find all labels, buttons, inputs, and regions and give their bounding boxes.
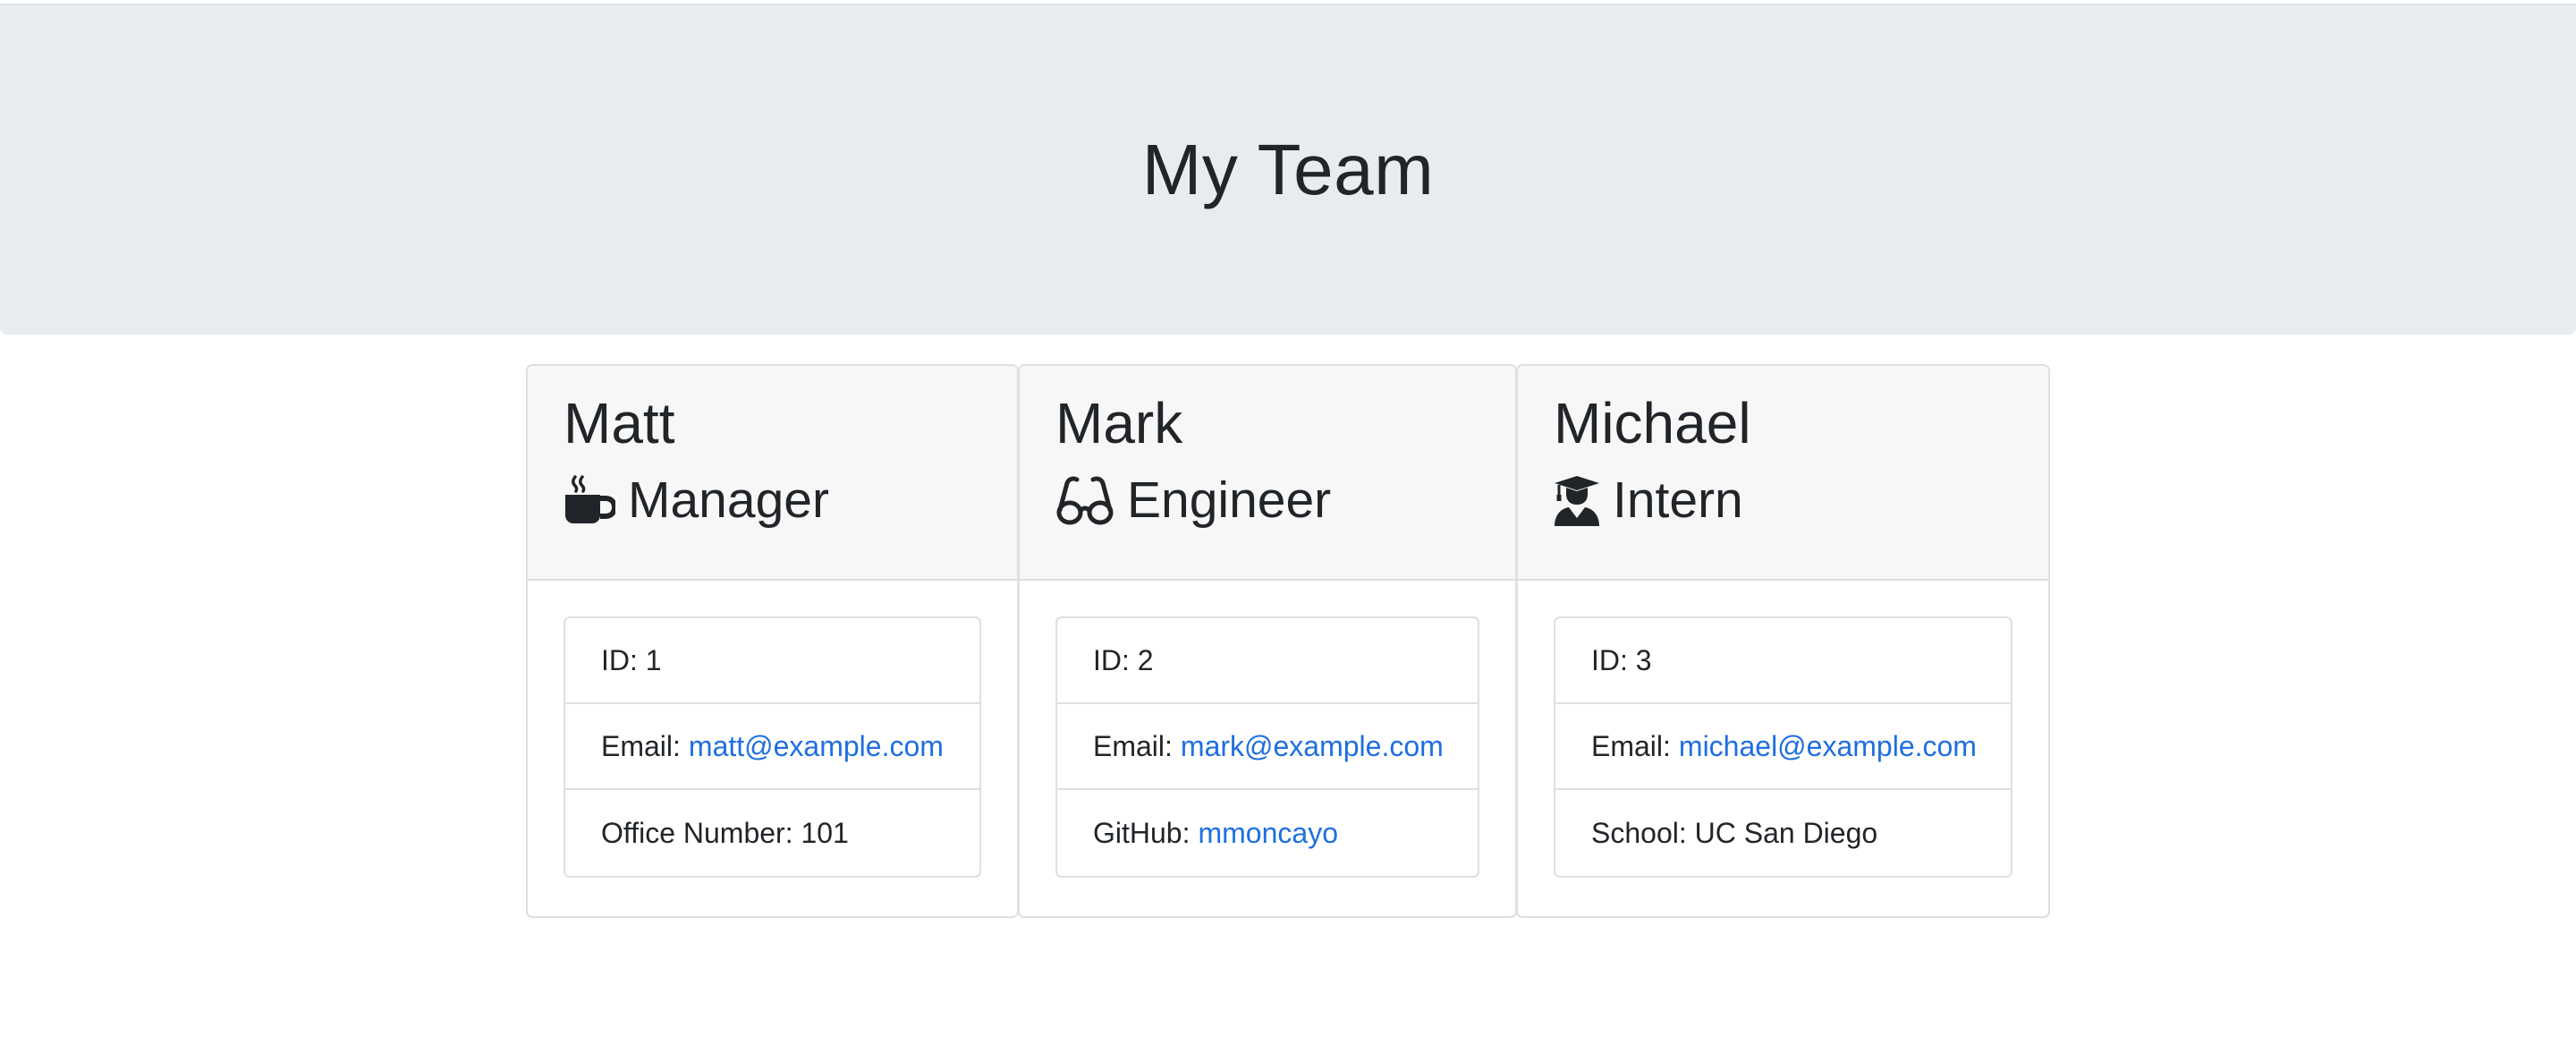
card-header: Michael Intern <box>1518 366 2048 581</box>
list-item-email: Email: mark@example.com <box>1057 704 1478 790</box>
employee-name: Michael <box>1554 391 1751 455</box>
employee-details-list: ID: 1 Email: matt@example.com Office Num… <box>564 616 981 878</box>
list-item-school: School: UC San Diego <box>1555 790 2011 876</box>
employee-card-engineer: Mark Engineer ID: 2 Email: mark@example.… <box>1018 364 1517 918</box>
list-item-id: ID: 1 <box>565 618 979 704</box>
employee-details-list: ID: 3 Email: michael@example.com School:… <box>1554 616 2012 878</box>
page-title: My Team <box>1141 130 1435 209</box>
email-link[interactable]: matt@example.com <box>689 730 944 763</box>
school-text: School: UC San Diego <box>1591 816 1878 849</box>
employee-role: Engineer <box>1055 472 1515 529</box>
list-item-id: ID: 3 <box>1555 618 2011 704</box>
email-link[interactable]: michael@example.com <box>1679 730 1977 763</box>
card-header: Mark Engineer <box>1020 366 1515 581</box>
card-header: Matt Manager <box>528 366 1017 581</box>
employee-name: Matt <box>564 391 675 455</box>
list-item-id: ID: 2 <box>1057 618 1478 704</box>
employee-card-manager: Matt Manager ID: 1 Email: matt@example.c… <box>526 364 1019 918</box>
role-label: Engineer <box>1127 471 1332 529</box>
id-text: ID: 1 <box>601 643 662 676</box>
card-body: ID: 2 Email: mark@example.com GitHub: mm… <box>1020 581 1515 878</box>
list-item-github: GitHub: mmoncayo <box>1057 790 1478 876</box>
list-item-email: Email: matt@example.com <box>565 704 979 790</box>
employee-details-list: ID: 2 Email: mark@example.com GitHub: mm… <box>1055 616 1479 878</box>
role-label: Manager <box>628 471 829 529</box>
list-item-email: Email: michael@example.com <box>1555 704 2011 790</box>
list-item-office-number: Office Number: 101 <box>565 790 979 876</box>
employee-role: Manager <box>564 472 1017 529</box>
office-number-text: Office Number: 101 <box>601 816 849 849</box>
email-label: Email: <box>1591 729 1671 762</box>
employee-card-intern: Michael Intern ID: 3 Email: michael@exam… <box>1516 364 2050 918</box>
id-text: ID: 3 <box>1591 643 1652 676</box>
id-text: ID: 2 <box>1093 643 1154 676</box>
employee-role: Intern <box>1554 472 2048 529</box>
employee-name: Mark <box>1055 391 1183 455</box>
email-label: Email: <box>601 729 681 762</box>
github-label: GitHub: <box>1093 816 1191 849</box>
card-body: ID: 3 Email: michael@example.com School:… <box>1518 581 2048 878</box>
glasses-icon <box>1056 476 1114 525</box>
card-body: ID: 1 Email: matt@example.com Office Num… <box>528 581 1017 878</box>
email-label: Email: <box>1093 729 1173 762</box>
graduate-icon <box>1555 476 1599 526</box>
role-label: Intern <box>1613 471 1743 529</box>
page-header: My Team <box>0 4 2576 335</box>
coffee-mug-icon <box>565 475 615 523</box>
email-link[interactable]: mark@example.com <box>1181 730 1444 763</box>
github-link[interactable]: mmoncayo <box>1198 817 1338 850</box>
